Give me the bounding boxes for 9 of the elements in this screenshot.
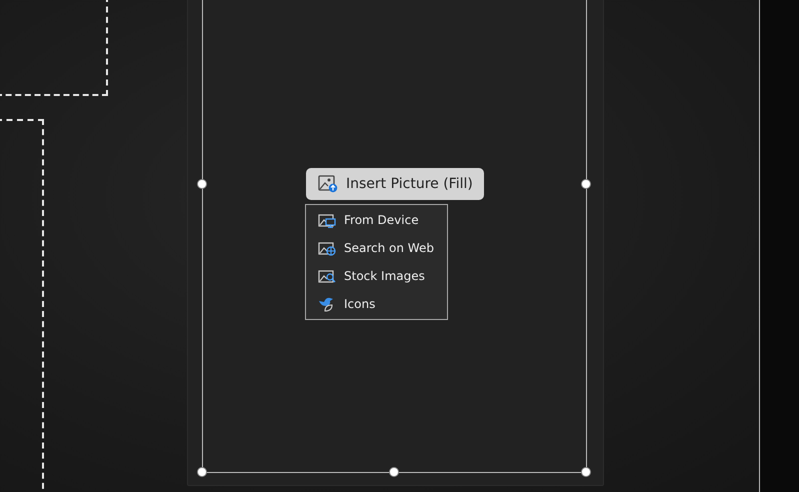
insert-picture-button[interactable]: Insert Picture (Fill) [306, 168, 484, 200]
menu-item[interactable]: From Device [306, 206, 447, 234]
picture-upload-icon [318, 175, 338, 193]
globe-icon [318, 240, 336, 256]
monitor-icon [318, 212, 336, 228]
menu-item[interactable]: Stock Images [306, 262, 447, 290]
menu-item[interactable]: Search on Web [306, 234, 447, 262]
menu-item[interactable]: Icons [306, 290, 447, 318]
magnifier-icon [318, 268, 336, 284]
